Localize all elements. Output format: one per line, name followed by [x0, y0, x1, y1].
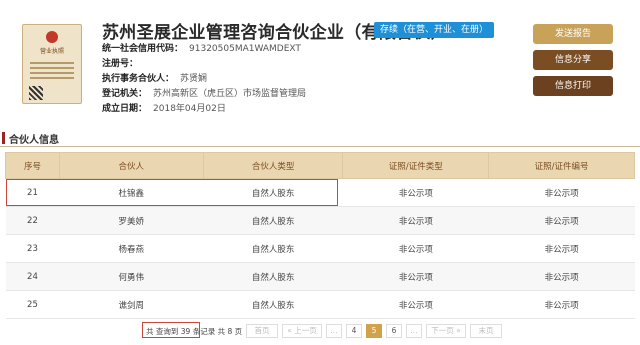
info-value: 苏贤娴 [180, 74, 208, 84]
table-row: 24 何勇伟 自然人股东 非公示项 非公示项 [5, 262, 635, 291]
col-header-partner-type: 合伙人类型 [202, 152, 344, 179]
cell-id-type: 非公示项 [342, 178, 489, 207]
col-header-id-number: 证照/证件编号 [488, 152, 635, 179]
status-badge: 存续（在营、开业、在册） [374, 22, 495, 38]
page-button-5-current[interactable]: 5 [366, 324, 382, 338]
info-value: 91320505MA1WAMDEXT [189, 44, 301, 54]
pagination-ellipsis: ... [326, 324, 342, 338]
cell-partner-type: 自然人股东 [203, 290, 343, 319]
cell-index: 21 [5, 178, 60, 207]
info-label: 统一社会信用代码： [102, 44, 184, 54]
next-page-button[interactable]: 下一页 » [426, 324, 466, 338]
cell-id-type: 非公示项 [342, 262, 489, 291]
qr-code-icon [29, 86, 43, 100]
cell-index: 25 [5, 290, 60, 319]
cell-id-type: 非公示项 [342, 206, 489, 235]
cell-partner: 杜锦鑫 [59, 178, 204, 207]
section-divider [0, 146, 640, 147]
page-button-4[interactable]: 4 [346, 324, 362, 338]
first-page-button[interactable]: 首页 [246, 324, 278, 338]
cell-id-number: 非公示项 [488, 178, 635, 207]
col-header-index: 序号 [5, 152, 60, 179]
cell-id-number: 非公示项 [488, 206, 635, 235]
print-info-button[interactable]: 信息打印 [533, 76, 613, 96]
table-row: 21 杜锦鑫 自然人股东 非公示项 非公示项 [5, 178, 635, 207]
pagination-ellipsis: ... [406, 324, 422, 338]
cell-id-type: 非公示项 [342, 290, 489, 319]
col-header-id-type: 证照/证件类型 [342, 152, 490, 179]
page-button-6[interactable]: 6 [386, 324, 402, 338]
info-row-registration-authority: 登记机关： 苏州高新区（虎丘区）市场监督管理局 [102, 87, 306, 102]
cell-partner: 谯剑周 [59, 290, 204, 319]
partners-table: 序号 合伙人 合伙人类型 证照/证件类型 证照/证件编号 21 杜锦鑫 自然人股… [5, 152, 635, 319]
table-row: 25 谯剑周 自然人股东 非公示项 非公示项 [5, 290, 635, 319]
business-license-thumbnail[interactable]: 营业执照 [22, 24, 82, 104]
cell-id-number: 非公示项 [488, 290, 635, 319]
license-text-lines [30, 59, 74, 82]
cell-index: 23 [5, 234, 60, 263]
pagination-summary: 共 查询到 39 条记录 共 8 页 [146, 327, 243, 336]
pagination: 共 查询到 39 条记录 共 8 页 首页 « 上一页 ... 4 5 6 ..… [0, 322, 640, 340]
share-info-button[interactable]: 信息分享 [533, 50, 613, 70]
info-value: 苏州高新区（虎丘区）市场监督管理局 [153, 89, 307, 99]
info-row-credit-code: 统一社会信用代码： 91320505MA1WAMDEXT [102, 42, 306, 57]
cell-partner: 何勇伟 [59, 262, 204, 291]
cell-id-type: 非公示项 [342, 234, 489, 263]
table-row: 22 罗美娇 自然人股东 非公示项 非公示项 [5, 206, 635, 235]
prev-page-button[interactable]: « 上一页 [282, 324, 322, 338]
info-label: 成立日期： [102, 104, 148, 114]
national-emblem-icon [46, 31, 58, 43]
col-header-partner: 合伙人 [58, 152, 204, 179]
section-header: 合伙人信息 [0, 130, 640, 147]
table-row: 23 杨春燕 自然人股东 非公示项 非公示项 [5, 234, 635, 263]
info-row-managing-partner: 执行事务合伙人： 苏贤娴 [102, 72, 306, 87]
info-value: 2018年04月02日 [153, 104, 226, 114]
send-report-button[interactable]: 发送报告 [533, 24, 613, 44]
cell-id-number: 非公示项 [488, 234, 635, 263]
cell-partner-type: 自然人股东 [203, 234, 343, 263]
cell-partner: 杨春燕 [59, 234, 204, 263]
cell-id-number: 非公示项 [488, 262, 635, 291]
cell-partner-type: 自然人股东 [203, 206, 343, 235]
company-header: 营业执照 苏州圣展企业管理咨询合伙企业（有限合伙） 存续（在营、开业、在册） 统… [0, 0, 640, 120]
info-label: 执行事务合伙人： [102, 74, 175, 84]
cell-index: 24 [5, 262, 60, 291]
section-marker [2, 132, 5, 144]
license-title: 营业执照 [39, 48, 64, 55]
cell-index: 22 [5, 206, 60, 235]
info-label: 登记机关： [102, 89, 148, 99]
info-row-reg-number: 注册号： [102, 57, 306, 72]
cell-partner: 罗美娇 [59, 206, 204, 235]
section-title: 合伙人信息 [9, 135, 59, 146]
info-label: 注册号： [102, 59, 139, 69]
cell-partner-type: 自然人股东 [203, 262, 343, 291]
table-header-row: 序号 合伙人 合伙人类型 证照/证件类型 证照/证件编号 [5, 152, 635, 179]
info-row-established-date: 成立日期： 2018年04月02日 [102, 102, 306, 117]
cell-partner-type: 自然人股东 [203, 178, 343, 207]
last-page-button[interactable]: 末页 [470, 324, 502, 338]
company-info: 统一社会信用代码： 91320505MA1WAMDEXT 注册号： 执行事务合伙… [102, 42, 306, 117]
